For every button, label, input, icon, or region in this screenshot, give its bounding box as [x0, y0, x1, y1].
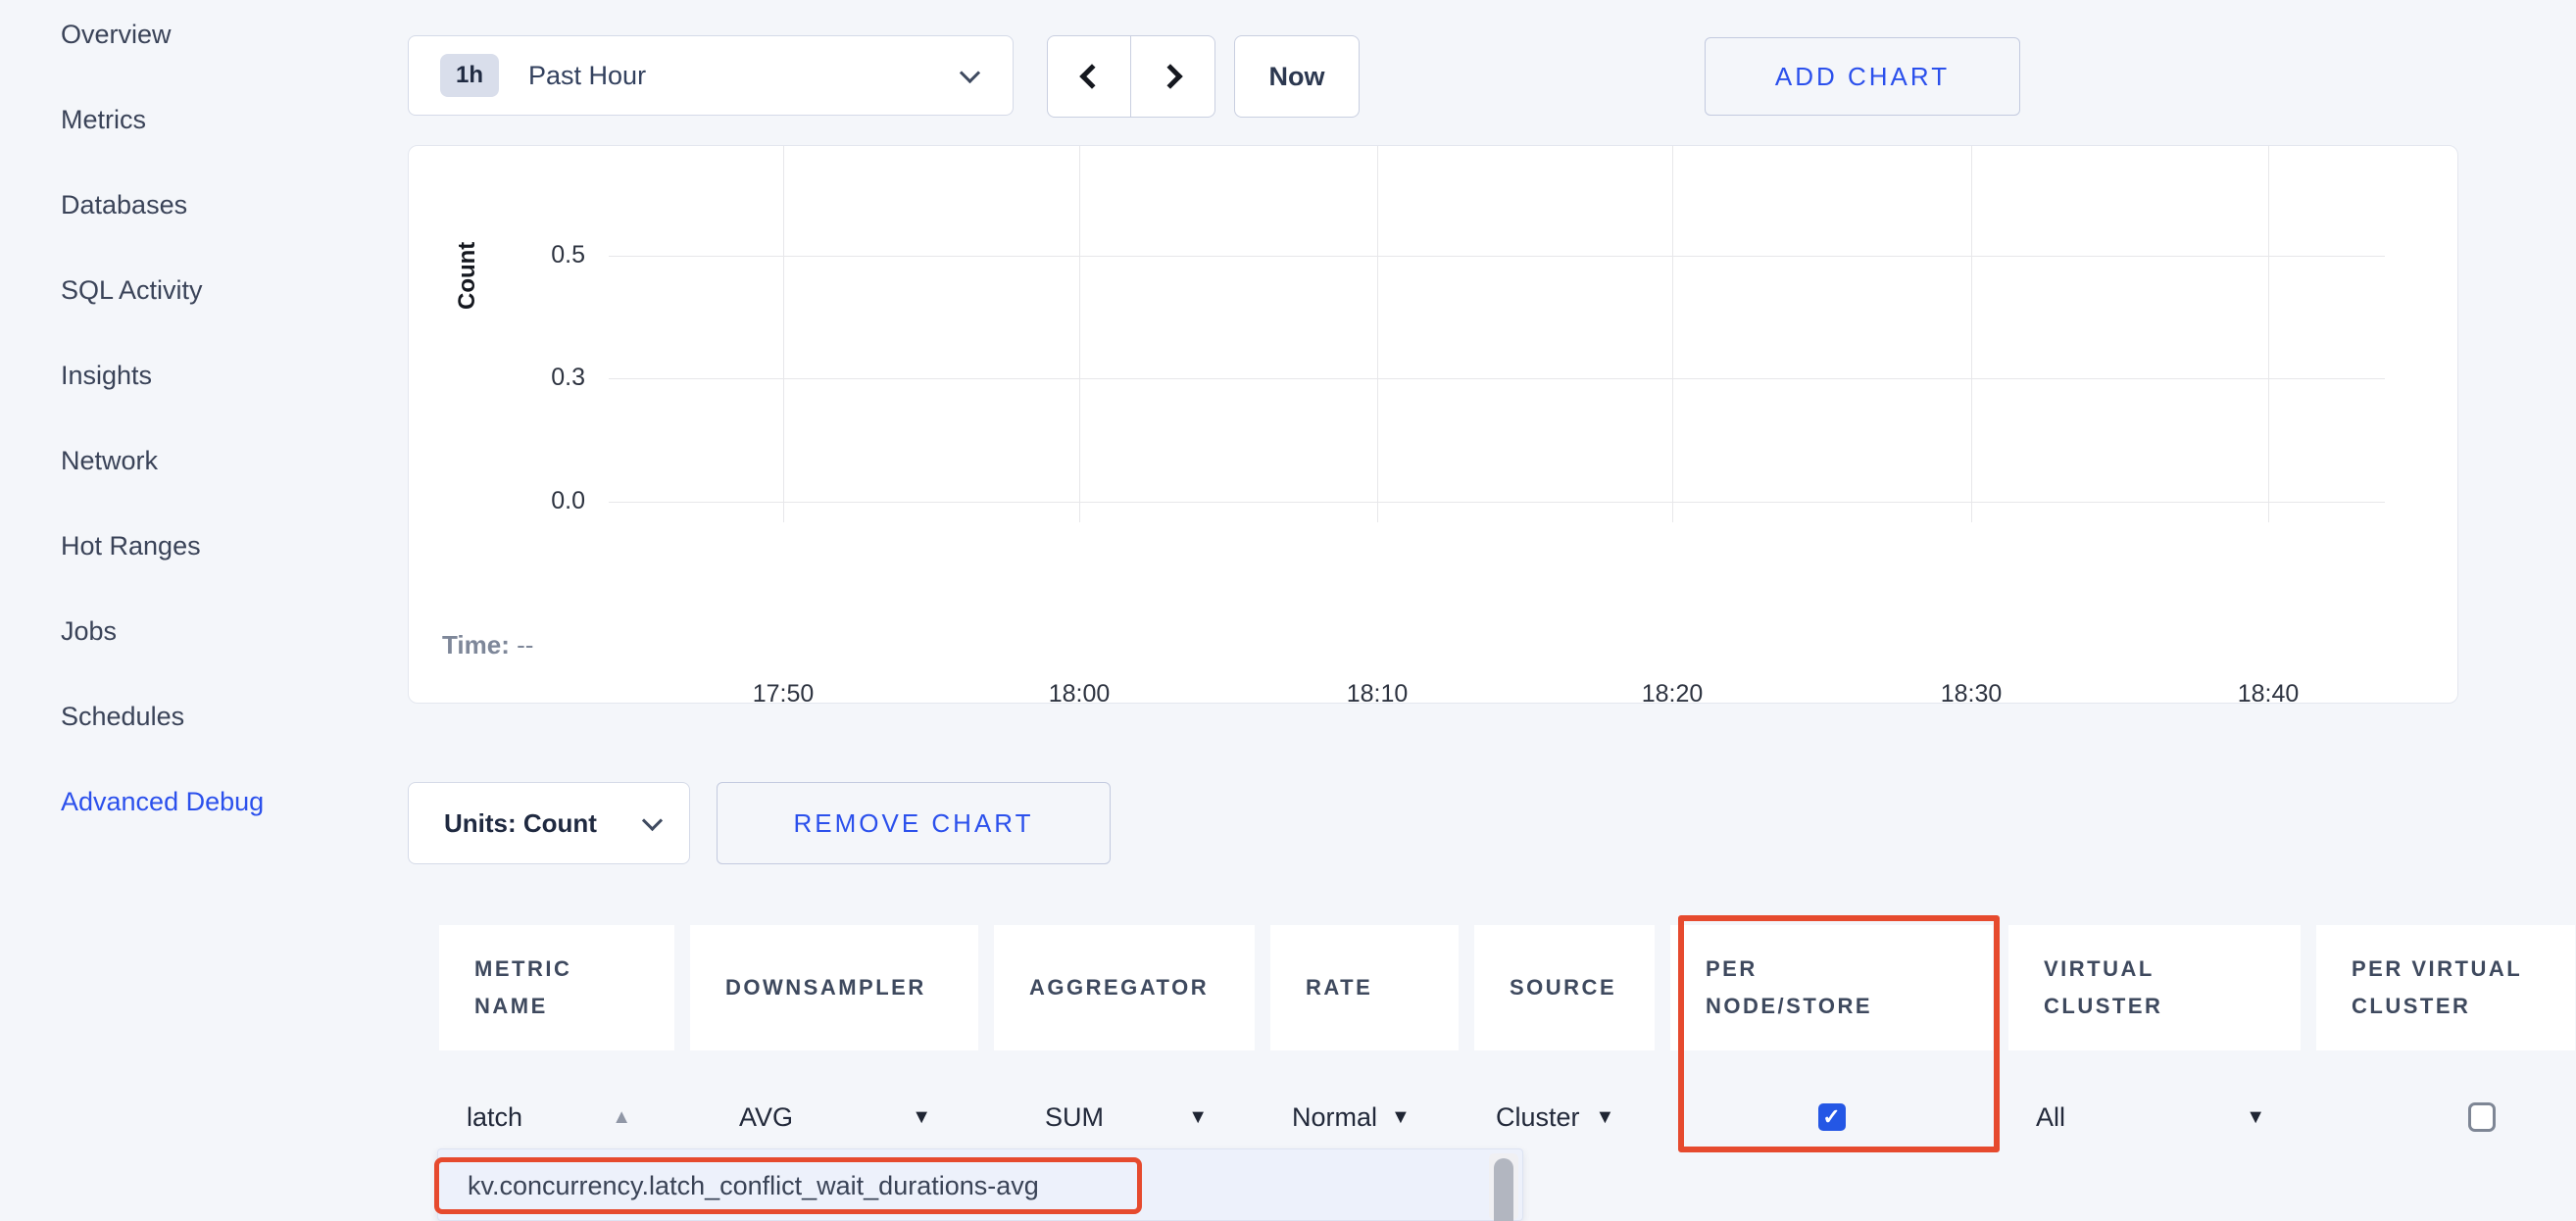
- sidebar-item-network[interactable]: Network: [61, 444, 355, 477]
- sort-up-icon: ▲: [612, 1106, 631, 1129]
- x-tick: 18:20: [1613, 680, 1731, 708]
- column-header-per-node-store: Per Node/Store: [1670, 925, 1993, 1050]
- next-time-button[interactable]: [1131, 36, 1214, 117]
- time-readout-value: --: [517, 630, 533, 659]
- dropdown-scrollbar[interactable]: [1489, 1153, 1518, 1220]
- per-virtual-cluster-checkbox[interactable]: [2468, 1102, 2496, 1132]
- column-header-rate: Rate: [1270, 925, 1459, 1050]
- time-range-label: Past Hour: [528, 61, 646, 91]
- chevron-down-icon: [642, 809, 663, 830]
- column-header-metric-name: Metric Name: [439, 925, 674, 1050]
- aggregator-select[interactable]: SUM ▼: [994, 1102, 1255, 1133]
- time-range-badge: 1h: [440, 54, 499, 97]
- sidebar-item-overview[interactable]: Overview: [61, 18, 355, 51]
- per-virtual-cluster-cell: [2316, 1102, 2575, 1132]
- sidebar-item-sql-activity[interactable]: SQL Activity: [61, 273, 355, 307]
- sidebar-item-metrics[interactable]: Metrics: [61, 103, 355, 136]
- y-tick: 0.0: [468, 487, 585, 515]
- chevron-down-icon: [960, 62, 980, 82]
- metric-table-row: latch ▲ AVG ▼ SUM ▼ Normal ▼ Cluster ▼ ✓…: [439, 1076, 2575, 1158]
- dropdown-arrow-icon: ▼: [912, 1106, 931, 1129]
- sidebar: Overview Metrics Databases SQL Activity …: [61, 18, 355, 870]
- metric-name-input[interactable]: latch ▲: [439, 1102, 674, 1133]
- aggregator-value: SUM: [1045, 1102, 1104, 1133]
- sidebar-item-jobs[interactable]: Jobs: [61, 614, 355, 648]
- advanced-debug-custom-chart-page: Overview Metrics Databases SQL Activity …: [0, 0, 2576, 1221]
- rate-value: Normal: [1292, 1102, 1377, 1133]
- chart-plot-area[interactable]: [609, 146, 2385, 522]
- downsampler-value: AVG: [739, 1102, 793, 1133]
- column-header-virtual-cluster: Virtual Cluster: [2008, 925, 2301, 1050]
- metric-suggestion-dropdown: kv.concurrency.latch_conflict_wait_durat…: [437, 1148, 1523, 1221]
- virtual-cluster-select[interactable]: All ▼: [2008, 1102, 2301, 1133]
- prev-time-button[interactable]: [1048, 36, 1131, 117]
- x-tick: 18:30: [1912, 680, 2030, 708]
- x-tick: 18:10: [1318, 680, 1436, 708]
- source-select[interactable]: Cluster ▼: [1474, 1102, 1655, 1133]
- column-header-source: Source: [1474, 925, 1655, 1050]
- now-button[interactable]: Now: [1234, 35, 1360, 118]
- x-tick: 18:40: [2209, 680, 2327, 708]
- downsampler-select[interactable]: AVG ▼: [690, 1102, 978, 1133]
- check-icon: ✓: [1822, 1104, 1840, 1130]
- remove-chart-button[interactable]: REMOVE CHART: [717, 782, 1111, 864]
- rate-select[interactable]: Normal ▼: [1270, 1102, 1459, 1133]
- time-pager: [1047, 35, 1215, 118]
- x-tick: 18:00: [1020, 680, 1138, 708]
- metric-name-value: latch: [467, 1102, 522, 1133]
- y-axis-label: Count: [454, 207, 487, 344]
- time-readout: Time: --: [442, 630, 533, 660]
- dropdown-arrow-icon: ▼: [2246, 1106, 2265, 1129]
- units-dropdown[interactable]: Units: Count: [408, 782, 690, 864]
- units-dropdown-label: Units: Count: [444, 808, 597, 839]
- dropdown-scrollbar-thumb[interactable]: [1494, 1158, 1513, 1221]
- column-header-per-virtual-cluster: Per Virtual Cluster: [2316, 925, 2575, 1050]
- metric-suggestion-item[interactable]: kv.concurrency.latch_conflict_wait_durat…: [438, 1149, 1477, 1221]
- time-readout-label: Time:: [442, 630, 510, 659]
- dropdown-arrow-icon: ▼: [1391, 1106, 1411, 1129]
- y-tick: 0.5: [468, 241, 585, 269]
- sidebar-item-databases[interactable]: Databases: [61, 188, 355, 221]
- column-header-downsampler: Downsampler: [690, 925, 978, 1050]
- dropdown-arrow-icon: ▼: [1596, 1106, 1615, 1129]
- custom-chart-card: Count 0.5 0.3 0.0 17:50 18:00 18:10 18:2…: [408, 145, 2458, 704]
- sidebar-item-insights[interactable]: Insights: [61, 359, 355, 392]
- dropdown-arrow-icon: ▼: [1188, 1106, 1208, 1129]
- sidebar-item-advanced-debug[interactable]: Advanced Debug: [61, 785, 355, 818]
- metric-table-header: Metric Name Downsampler Aggregator Rate …: [439, 925, 2575, 1050]
- time-range-dropdown[interactable]: 1h Past Hour: [408, 35, 1014, 116]
- source-value: Cluster: [1496, 1102, 1580, 1133]
- add-chart-button[interactable]: ADD CHART: [1705, 37, 2020, 116]
- arrow-left-icon: [1079, 64, 1104, 88]
- column-header-aggregator: Aggregator: [994, 925, 1255, 1050]
- per-node-store-cell: ✓: [1670, 1103, 1993, 1131]
- x-tick: 17:50: [724, 680, 842, 708]
- y-tick: 0.3: [468, 364, 585, 392]
- per-node-store-checkbox[interactable]: ✓: [1818, 1103, 1846, 1131]
- arrow-right-icon: [1158, 64, 1182, 88]
- sidebar-item-hot-ranges[interactable]: Hot Ranges: [61, 529, 355, 562]
- sidebar-item-schedules[interactable]: Schedules: [61, 700, 355, 733]
- virtual-cluster-value: All: [2036, 1102, 2065, 1133]
